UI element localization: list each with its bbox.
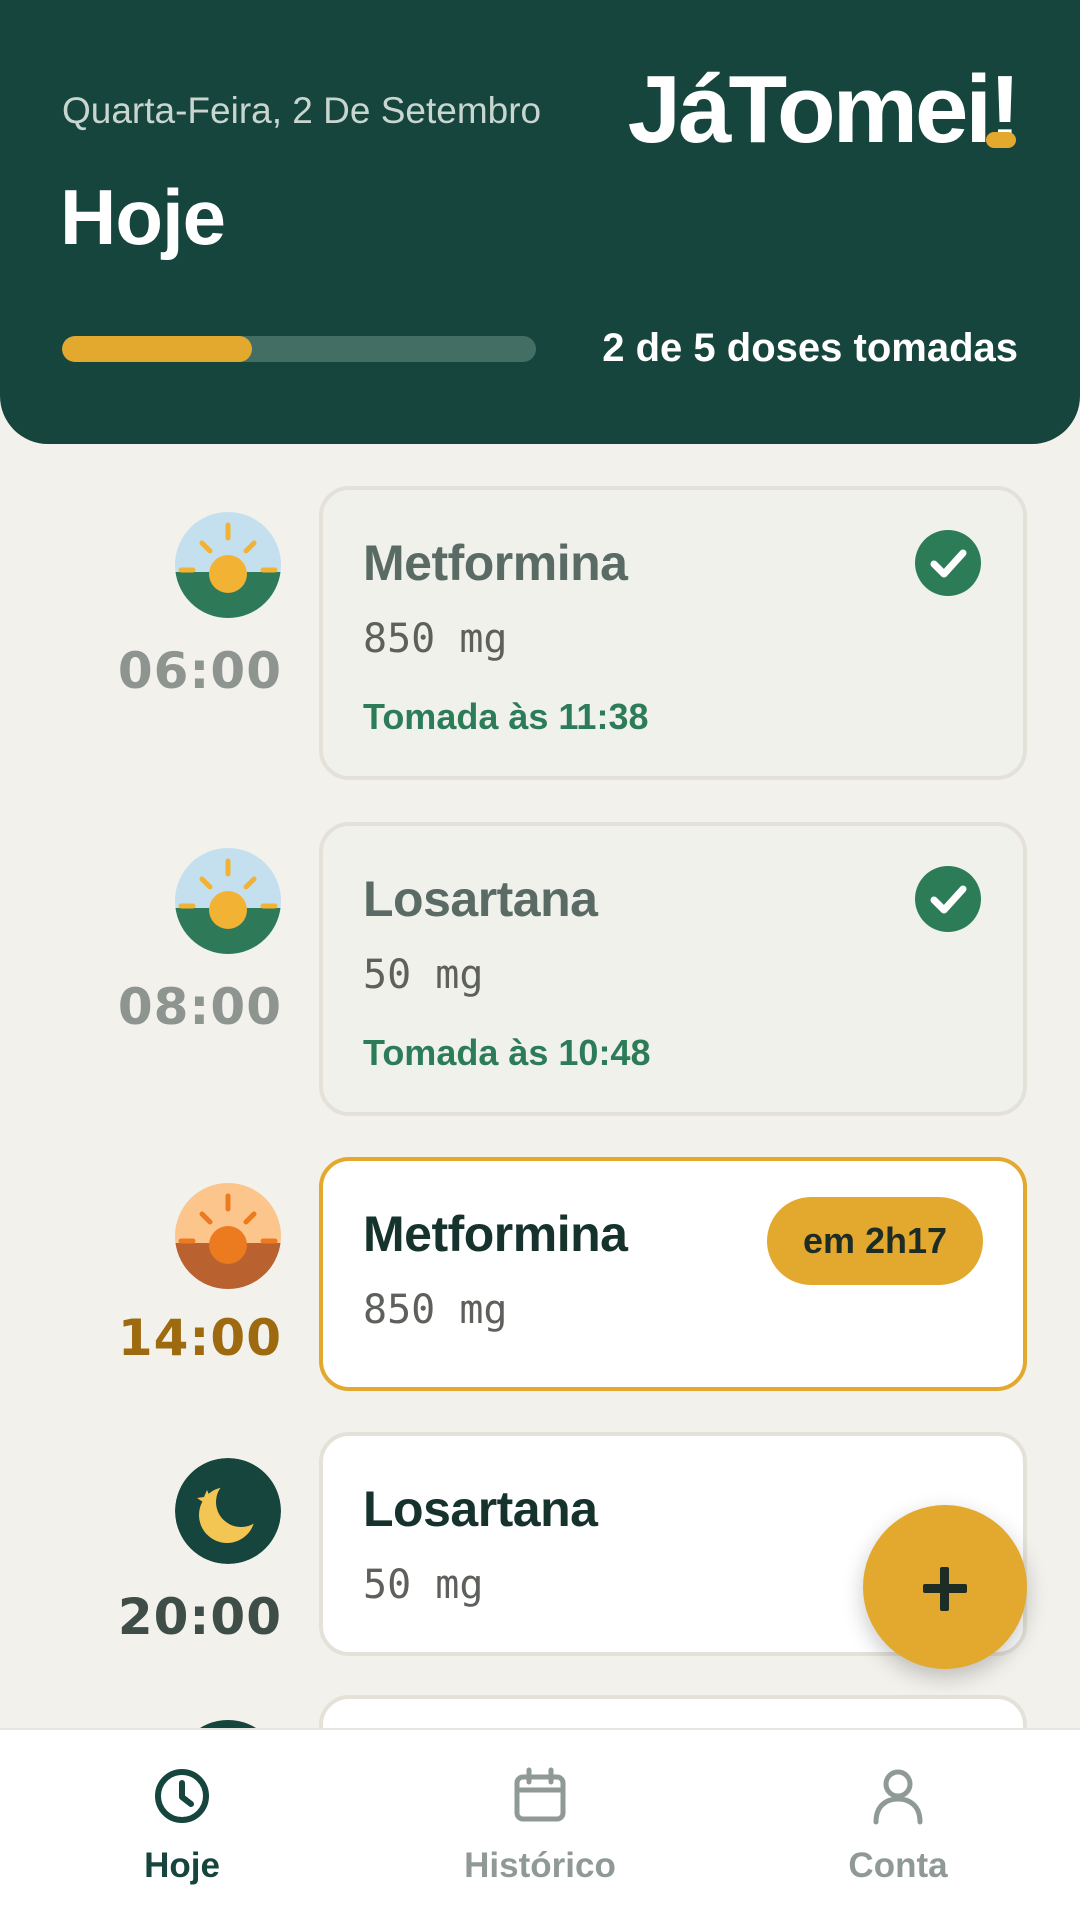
nav-label: Histórico bbox=[464, 1846, 616, 1885]
dose-progress-fill bbox=[62, 336, 252, 362]
dose-time: 08:00 bbox=[117, 978, 282, 1036]
sunrise-icon bbox=[175, 848, 281, 954]
taken-status: Tomada às 11:38 bbox=[363, 696, 649, 737]
medication-name: Metformina bbox=[363, 535, 628, 591]
user-icon bbox=[873, 1769, 923, 1825]
time-remaining-badge: em 2h17 bbox=[767, 1197, 983, 1285]
calendar-icon bbox=[514, 1767, 566, 1822]
sunrise-icon bbox=[175, 512, 281, 618]
dose-time: 06:00 bbox=[117, 642, 282, 700]
medication-dose: 50 mg bbox=[363, 952, 484, 998]
moon-icon bbox=[175, 1458, 281, 1564]
bottom-navigation: Hoje Histórico Conta bbox=[0, 1728, 1080, 1920]
nav-label: Hoje bbox=[144, 1846, 220, 1885]
dose-time: 14:00 bbox=[117, 1309, 282, 1367]
medication-dose: 50 mg bbox=[363, 1562, 484, 1608]
check-icon[interactable] bbox=[915, 866, 981, 932]
check-icon[interactable] bbox=[915, 530, 981, 596]
medication-dose: 850 mg bbox=[363, 616, 508, 662]
plus-icon bbox=[923, 1567, 967, 1611]
dose-progress-text: 2 de 5 doses tomadas bbox=[602, 326, 1018, 370]
nav-label: Conta bbox=[848, 1846, 948, 1885]
header: Quarta-Feira, 2 De Setembro JáTomei! Hoj… bbox=[0, 0, 1080, 444]
dose-card[interactable]: Losartana 50 mg Tomada às 10:48 bbox=[319, 822, 1027, 1116]
afternoon-sun-icon bbox=[175, 1183, 281, 1289]
dose-card[interactable]: Metformina 850 mg Tomada às 11:38 bbox=[319, 486, 1027, 780]
nav-item-conta[interactable]: Conta bbox=[778, 1730, 1018, 1920]
nav-item-historico[interactable]: Histórico bbox=[420, 1730, 660, 1920]
pill-icon bbox=[986, 132, 1016, 148]
page-title: Hoje bbox=[60, 173, 226, 261]
dose-time: 20:00 bbox=[117, 1588, 282, 1646]
nav-item-hoje[interactable]: Hoje bbox=[62, 1730, 302, 1920]
clock-icon bbox=[155, 1769, 209, 1823]
taken-status: Tomada às 10:48 bbox=[363, 1032, 651, 1073]
app-logo: JáTomei! bbox=[627, 56, 1021, 163]
medication-name: Metformina bbox=[363, 1206, 628, 1262]
dose-progress-bar bbox=[62, 336, 536, 362]
medication-name: Losartana bbox=[363, 1481, 598, 1537]
current-date: Quarta-Feira, 2 De Setembro bbox=[62, 90, 542, 131]
add-dose-button[interactable] bbox=[863, 1505, 1027, 1669]
dose-card[interactable]: Metformina 850 mg em 2h17 bbox=[319, 1157, 1027, 1391]
medication-name: Losartana bbox=[363, 871, 598, 927]
medication-dose: 850 mg bbox=[363, 1287, 508, 1333]
